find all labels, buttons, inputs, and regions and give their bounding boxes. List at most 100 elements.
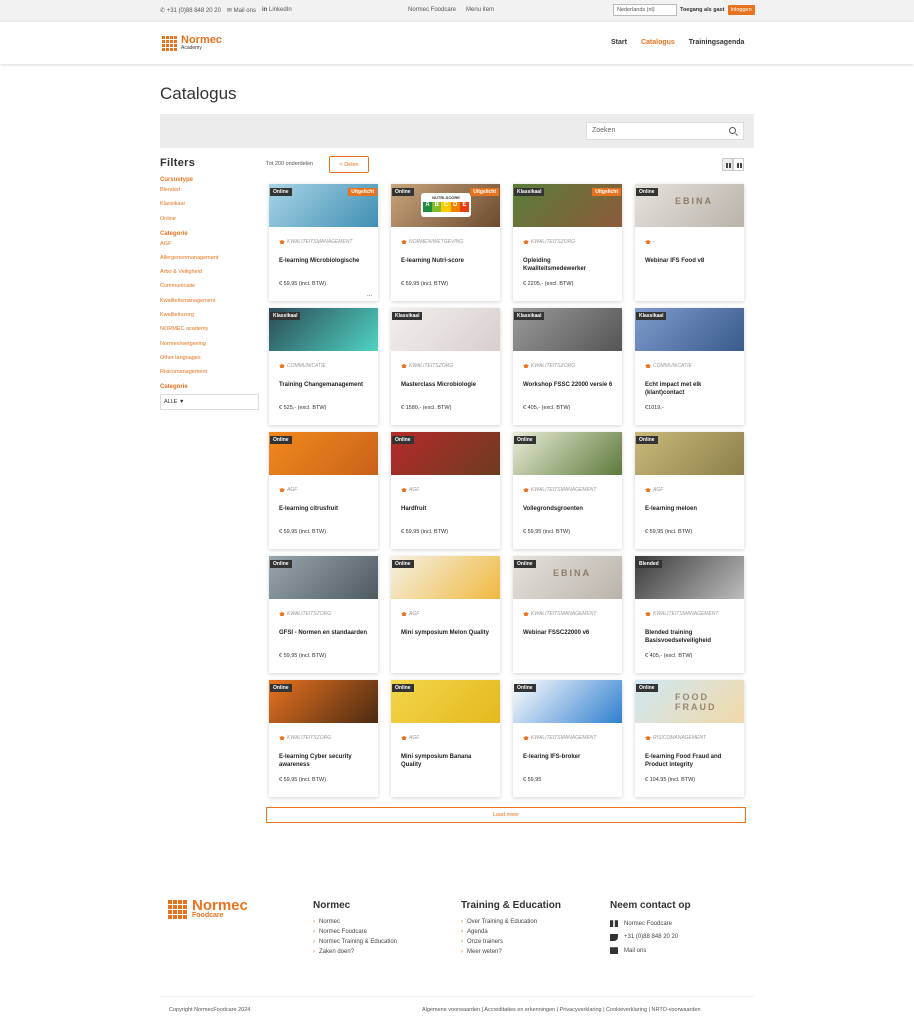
filter-item[interactable]: AGF [160, 241, 260, 247]
topbar-link-foodcare[interactable]: Normec Foodcare [408, 7, 456, 13]
view-toggle [722, 158, 744, 171]
course-card[interactable]: FOOD FRAUD Online RISICOMANAGEMENT E-learni… [635, 680, 744, 797]
course-title[interactable]: E-learning Nutri-score [401, 257, 493, 265]
login-button[interactable]: Inloggen [727, 5, 755, 15]
course-card[interactable]: Online AGF Mini symposium Melon Quality [391, 556, 500, 673]
footer-link[interactable]: › Normec [313, 917, 397, 927]
course-card[interactable]: Online KWALITEITSMANAGEMENT Vollegrondsgro… [513, 432, 622, 549]
search-icon[interactable] [729, 127, 736, 134]
course-card[interactable]: Klassikaal Uitgelicht KWALITEITSZORG Opleid… [513, 184, 622, 301]
footer-link[interactable]: › Over Training & Education [461, 917, 561, 927]
share-button[interactable]: < Delen [329, 156, 369, 173]
course-title[interactable]: Vollegrondsgroenten [523, 505, 615, 513]
chevron-right-icon: › [313, 929, 315, 935]
course-title[interactable]: Workshop FSSC 22000 versie 6 [523, 381, 615, 389]
course-title[interactable]: Webinar IFS Food v8 [645, 257, 737, 265]
mail-link[interactable]: ✉ Mail ons [227, 7, 256, 14]
graduation-cap-icon [523, 612, 529, 616]
course-category: KWALITEITSZORG [279, 735, 331, 741]
course-card[interactable]: Online AGF E-learning citrusfruit € 59,95 (… [269, 432, 378, 549]
course-title[interactable]: Mini symposium Banana Quality [401, 753, 493, 769]
course-title[interactable]: Blended training Basisvoedselveiligheid [645, 629, 737, 645]
course-title[interactable]: GFSI - Normen en standaarden [279, 629, 371, 637]
course-title[interactable]: Webinar FSSC22000 v6 [523, 629, 615, 637]
footer-link[interactable]: › Onze trainers [461, 937, 561, 947]
nav-start[interactable]: Start [611, 39, 627, 46]
logo-grid-icon [162, 35, 177, 51]
footer-link[interactable]: › Normec Training & Education [313, 937, 397, 947]
filter-item[interactable]: Allergenenmanagement [160, 255, 260, 261]
footer-link[interactable]: › Meer weten? [461, 947, 561, 957]
course-card[interactable]: Klassikaal KWALITEITSZORG Masterclass Micr… [391, 308, 500, 425]
language-select[interactable]: Nederlands (nl) [613, 4, 677, 16]
load-more-button[interactable]: Laad meer [266, 807, 746, 823]
course-category: KWALITEITSZORG [279, 611, 331, 617]
course-card[interactable]: Online AGF E-learning meloen € 59,95 (incl.… [635, 432, 744, 549]
filter-item[interactable]: Kwaliteitszorg [160, 312, 260, 318]
course-title[interactable]: Opleiding Kwaliteitsmedewerker [523, 257, 615, 273]
course-category-label: KWALITEITSZORG [531, 239, 576, 245]
course-title[interactable]: Training Changemanagement [279, 381, 371, 389]
normec-foodcare-logo[interactable]: Normec Foodcare [168, 898, 248, 920]
share-icon: < [339, 162, 343, 168]
filter-item[interactable]: Risicomanagement [160, 369, 260, 375]
filter-item[interactable]: Other languages [160, 355, 260, 361]
course-title[interactable]: E-learning Food Fraud and Product integr… [645, 753, 737, 769]
filter-item[interactable]: Arbo & Veiligheid [160, 269, 260, 275]
chevron-right-icon: › [461, 949, 463, 955]
chevron-right-icon: › [461, 929, 463, 935]
course-title[interactable]: Mini symposium Melon Quality [401, 629, 493, 637]
course-title[interactable]: Hardfruit [401, 505, 493, 513]
course-card[interactable]: NUTRI-SCORE A B C D E Online Uitgelicht NORMEN/W… [391, 184, 500, 301]
list-view-icon[interactable] [733, 158, 744, 171]
category-select[interactable]: ALLE ▼ [160, 394, 259, 411]
guest-access-link[interactable]: Toegang als gast [680, 7, 725, 13]
filter-item[interactable]: NORMEC academy [160, 326, 260, 332]
course-card[interactable]: Online AGF Hardfruit € 59,95 (incl. BTW) [391, 432, 500, 549]
linkedin-link[interactable]: in LinkedIn [262, 7, 292, 14]
course-title[interactable]: E-learning meloen [645, 505, 737, 513]
footer-link[interactable]: › Agenda [461, 927, 561, 937]
course-title[interactable]: E-learning Microbiologische [279, 257, 371, 265]
course-title[interactable]: Masterclass Microbiologie [401, 381, 493, 389]
graduation-cap-icon [279, 736, 285, 740]
grid-view-icon[interactable] [722, 158, 733, 171]
contact-mail[interactable]: Mail ons [610, 944, 691, 958]
nav-trainingsagenda[interactable]: Trainingsagenda [689, 39, 745, 46]
phone-link[interactable]: ✆ +31 (0)88 848 20 20 [160, 7, 221, 14]
filter-item[interactable]: Klassikaal [160, 201, 260, 207]
course-card[interactable]: EBINA Online KWALITEITSMANAGEMENT Webinar F… [513, 556, 622, 673]
topbar-link-menu-item[interactable]: Menu item [466, 7, 494, 13]
normec-academy-logo[interactable]: Normec Academy [162, 35, 222, 51]
filter-item[interactable]: Communicatie [160, 283, 260, 289]
course-category-label: KWALITEITSMANAGEMENT [653, 611, 719, 617]
graduation-cap-icon [279, 364, 285, 368]
footer-link[interactable]: › Normec Foodcare [313, 927, 397, 937]
course-card[interactable]: Online Uitgelicht KWALITEITSMANAGEMENT E-le… [269, 184, 378, 301]
course-title[interactable]: E-learing IFS-broker [523, 753, 615, 761]
course-card[interactable]: Online KWALITEITSZORG GFSI - Normen en sta… [269, 556, 378, 673]
course-card[interactable]: Klassikaal KWALITEITSZORG Workshop FSSC 22… [513, 308, 622, 425]
course-card[interactable]: Klassikaal COMMUNICATIE Echt impact met el… [635, 308, 744, 425]
more-icon[interactable]: ... [367, 292, 372, 298]
filter-item[interactable]: Online [160, 216, 260, 222]
course-card[interactable]: Klassikaal COMMUNICATIE Training Changeman… [269, 308, 378, 425]
course-card[interactable]: Online KWALITEITSMANAGEMENT E-learing IFS-… [513, 680, 622, 797]
legal-links[interactable]: Algemene voorwaarden | Accreditaties en … [422, 1007, 701, 1013]
course-title[interactable]: E-learning citrusfruit [279, 505, 371, 513]
search-input[interactable]: Zoeken [586, 122, 744, 140]
course-title[interactable]: E-learning Cyber security awareness [279, 753, 371, 769]
course-type-badge: Online [270, 684, 292, 692]
contact-phone[interactable]: +31 (0)88 848 20 20 [610, 931, 691, 945]
course-card[interactable]: Blended KWALITEITSMANAGEMENT Blended train… [635, 556, 744, 673]
course-card[interactable]: Online AGF Mini symposium Banana Quality [391, 680, 500, 797]
footer-link[interactable]: › Zaken doen? [313, 947, 397, 957]
course-price: € 525,- (excl. BTW) [279, 405, 327, 411]
filter-item[interactable]: Kwaliteitsmanagement [160, 298, 260, 304]
filter-item[interactable]: Blended [160, 187, 260, 193]
course-card[interactable]: EBINA Online - Webinar IFS Food v8 [635, 184, 744, 301]
course-title[interactable]: Echt impact met elk (klant)contact [645, 381, 737, 397]
filter-item[interactable]: Normen/wetgeving [160, 341, 260, 347]
course-card[interactable]: Online KWALITEITSZORG E-learning Cyber sec… [269, 680, 378, 797]
nav-catalogus[interactable]: Catalogus [641, 39, 675, 46]
